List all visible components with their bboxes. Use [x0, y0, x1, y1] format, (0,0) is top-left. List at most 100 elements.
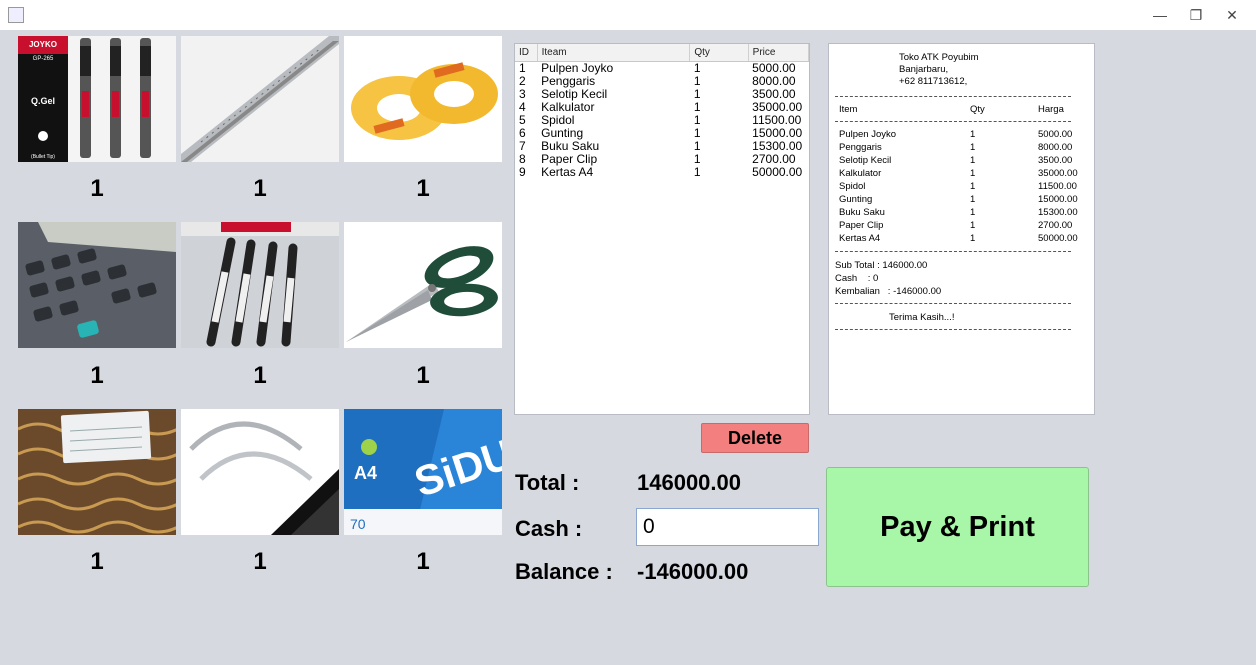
receipt-item-qty: 1 — [970, 155, 976, 166]
cell-item: Kertas A4 — [541, 165, 594, 179]
table-row[interactable]: 9 Kertas A4 1 50000.00 — [515, 166, 809, 179]
receipt-item-qty: 1 — [970, 129, 976, 140]
java-app-icon — [8, 7, 24, 23]
receipt-item-name: Buku Saku — [839, 207, 885, 218]
cell-price: 5000.00 — [752, 61, 796, 75]
receipt-divider — [835, 96, 1071, 97]
calculator-image — [18, 222, 176, 348]
header-item[interactable]: Iteam — [537, 44, 691, 62]
balance-value: -146000.00 — [637, 559, 749, 584]
qty-buku-saku: 1 — [90, 548, 104, 575]
cash-label: Cash : — [515, 516, 583, 541]
receipt-divider — [835, 303, 1071, 304]
receipt-item-name: Spidol — [839, 181, 866, 192]
product-image-spidol[interactable] — [181, 222, 339, 348]
cash-input[interactable] — [636, 508, 819, 546]
cell-price: 50000.00 — [752, 165, 803, 179]
delete-button[interactable]: Delete — [701, 423, 809, 453]
receipt-item-price: 50000.00 — [1038, 233, 1078, 244]
receipt-col-item: Item — [839, 104, 858, 115]
pen-brand-text: JOYKO — [29, 40, 57, 49]
store-phone: +62 811713612, — [899, 76, 968, 87]
pen-image: JOYKO GP-265 Q.Gel (Bullet Tip) — [18, 36, 176, 162]
tape-image — [344, 36, 502, 162]
receipt-item-price: 35000.00 — [1038, 168, 1078, 179]
close-icon[interactable]: ✕ — [1212, 4, 1252, 26]
total-label: Total : — [515, 470, 580, 495]
qty-paper-clip: 1 — [253, 548, 267, 575]
receipt-item-price: 15000.00 — [1038, 194, 1078, 205]
header-price[interactable]: Price — [748, 44, 810, 62]
receipt-item-price: 8000.00 — [1038, 142, 1073, 153]
window-titlebar: — ❐ ✕ — [0, 0, 1256, 30]
pen-model-text: GP-265 — [33, 56, 54, 62]
receipt-item-qty: 1 — [970, 207, 976, 218]
receipt-change: Kembalian : -146000.00 — [835, 286, 942, 297]
cart-table[interactable]: ID Iteam Qty Price 1 Pulpen Joyko 1 5000.00… — [514, 43, 810, 415]
receipt-item-name: Gunting — [839, 194, 873, 205]
table-row[interactable]: 1 Pulpen Joyko 1 5000.00 — [515, 62, 809, 76]
receipt-item-name: Penggaris — [839, 142, 882, 153]
product-image-kertas-a4[interactable]: SiDU A4 70 — [344, 409, 502, 535]
receipt-item-name: Pulpen Joyko — [839, 129, 897, 140]
marker-image — [181, 222, 339, 348]
receipt-item-qty: 1 — [970, 233, 976, 244]
cell-item: Pulpen Joyko — [541, 61, 614, 75]
receipt-item-price: 2700.00 — [1038, 220, 1073, 231]
receipt-item-price: 5000.00 — [1038, 129, 1073, 140]
product-image-gunting[interactable] — [344, 222, 502, 348]
restore-icon[interactable]: ❐ — [1176, 4, 1216, 26]
pen-tip-text: (Bullet Tip) — [31, 154, 55, 160]
receipt-item-price: 15300.00 — [1038, 207, 1078, 218]
receipt-item-name: Kalkulator — [839, 168, 882, 179]
receipt-item-name: Selotip Kecil — [839, 155, 892, 166]
receipt-col-price: Harga — [1038, 104, 1064, 115]
header-id[interactable]: ID — [515, 44, 538, 62]
receipt-item-name: Kertas A4 — [839, 233, 881, 244]
minimize-icon[interactable]: — — [1140, 4, 1180, 26]
header-qty[interactable]: Qty — [689, 44, 749, 62]
paper-ream-image: SiDU A4 70 — [344, 409, 502, 535]
receipt-item-qty: 1 — [970, 220, 976, 231]
receipt-preview: Toko ATK Poyubim Banjarbaru, +62 8117136… — [828, 43, 1095, 415]
product-image-paper-clip[interactable] — [181, 409, 339, 535]
product-image-penggaris[interactable] — [181, 36, 339, 162]
qty-penggaris: 1 — [253, 175, 267, 202]
receipt-divider — [835, 329, 1071, 330]
receipt-divider — [835, 121, 1071, 122]
receipt-subtotal: Sub Total : 146000.00 — [835, 260, 928, 271]
product-image-pulpen-joyko[interactable]: JOYKO GP-265 Q.Gel (Bullet Tip) — [18, 36, 176, 162]
qty-selotip: 1 — [416, 175, 430, 202]
receipt-thanks: Terima Kasih...! — [889, 312, 955, 323]
qty-spidol: 1 — [253, 362, 267, 389]
store-city: Banjarbaru, — [899, 64, 949, 75]
product-image-kalkulator[interactable] — [18, 222, 176, 348]
notebook-image — [18, 409, 176, 535]
balance-label: Balance : — [515, 559, 613, 584]
qty-gunting: 1 — [416, 362, 430, 389]
product-image-buku-saku[interactable] — [18, 409, 176, 535]
receipt-header: Toko ATK Poyubim Banjarbaru, +62 8117136… — [899, 52, 979, 88]
total-value: 146000.00 — [637, 470, 741, 495]
table-header-row: ID Iteam Qty Price — [515, 44, 810, 62]
store-name: Toko ATK Poyubim — [899, 52, 979, 63]
receipt-cash: Cash : 0 — [835, 273, 879, 284]
receipt-col-qty: Qty — [970, 104, 985, 115]
pay-print-button[interactable]: Pay & Print — [826, 467, 1089, 587]
qty-kertas-a4: 1 — [416, 548, 430, 575]
scissors-image — [344, 222, 502, 348]
receipt-item-name: Paper Clip — [839, 220, 884, 231]
qty-pulpen-joyko: 1 — [90, 175, 104, 202]
pen-label-text: Q.Gel — [31, 96, 55, 106]
cell-qty: 1 — [693, 61, 701, 75]
binder-clip-image — [181, 409, 339, 535]
receipt-item-price: 3500.00 — [1038, 155, 1073, 166]
cell-id: 9 — [519, 165, 526, 179]
product-image-selotip[interactable] — [344, 36, 502, 162]
paper-size-text: A4 — [354, 463, 377, 483]
cell-qty: 1 — [693, 165, 701, 179]
cell-id: 1 — [519, 61, 526, 75]
receipt-item-qty: 1 — [970, 181, 976, 192]
receipt-item-qty: 1 — [970, 142, 976, 153]
qty-kalkulator: 1 — [90, 362, 104, 389]
